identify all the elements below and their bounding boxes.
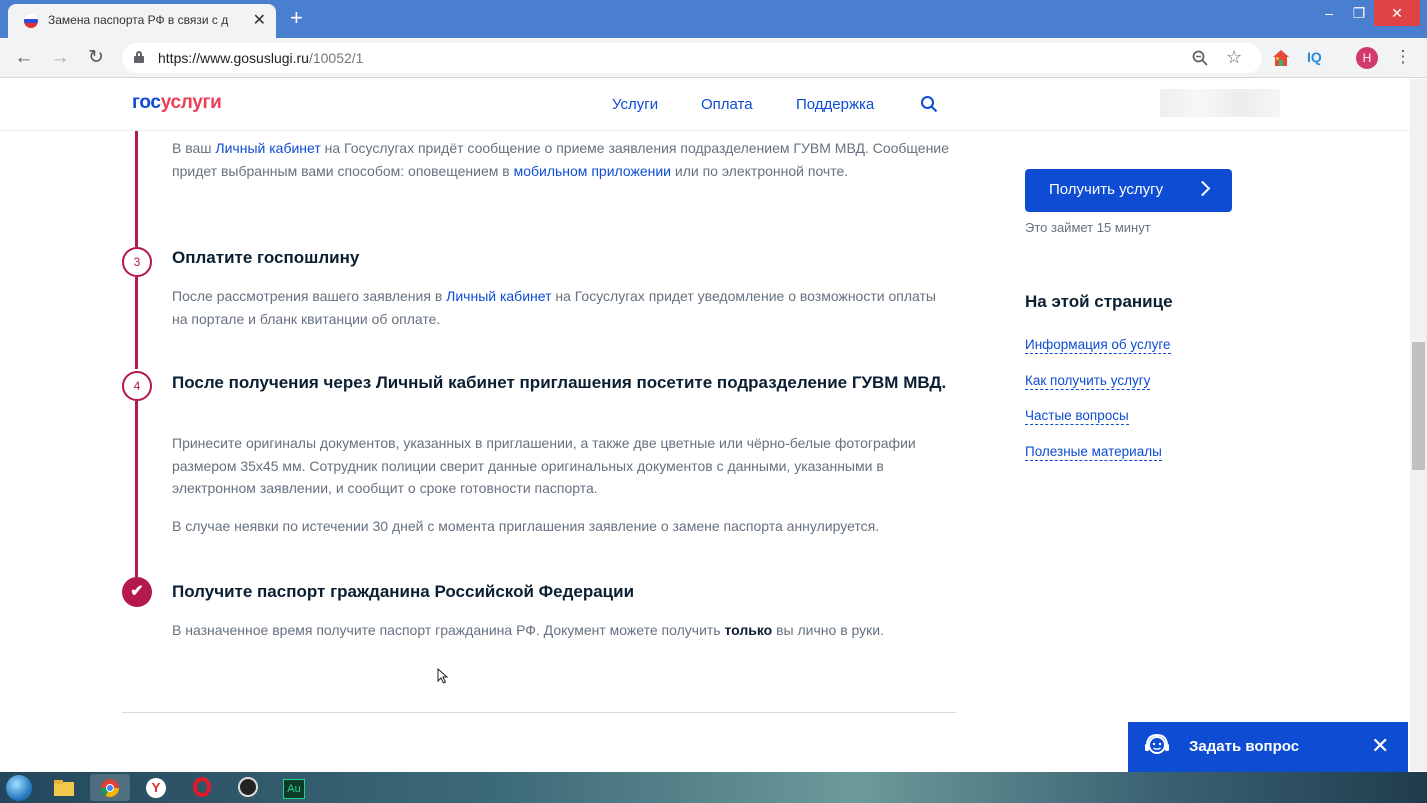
step3-text: После рассмотрения вашего заявления в Ли…	[172, 288, 936, 327]
step3-title: Оплатите госпошлину	[172, 248, 360, 267]
browser-toolbar: ← → ↻ https://www.gosuslugi.ru/10052/1 ☆…	[0, 38, 1427, 78]
anchor-how-to-get[interactable]: Как получить услугу	[1025, 372, 1151, 390]
audition-icon[interactable]: Au	[274, 774, 314, 801]
lock-icon	[134, 51, 144, 63]
window-close-button[interactable]: ✕	[1374, 0, 1420, 26]
opera-icon[interactable]	[182, 774, 222, 801]
timeline-segment	[135, 131, 138, 247]
chrome-icon[interactable]	[90, 774, 130, 801]
mouse-cursor-icon	[437, 668, 449, 684]
step-complete-check-icon: ✔	[122, 577, 152, 607]
scrollbar-thumb[interactable]	[1412, 342, 1425, 470]
step2-text: В ваш Личный кабинет на Госуслугах придё…	[172, 140, 949, 179]
home-extension-icon[interactable]	[1271, 48, 1291, 68]
new-tab-button[interactable]: +	[290, 5, 303, 31]
tab-title: Замена паспорта РФ в связи с д	[48, 13, 229, 27]
personal-account-link[interactable]: Личный кабинет	[446, 288, 551, 304]
step4-title: После получения через Личный кабинет при…	[172, 373, 947, 392]
site-header: госуслуги Услуги Оплата Поддержка	[0, 79, 1410, 131]
step-number-3: 3	[122, 247, 152, 277]
windows-taskbar: Y Au	[0, 772, 1427, 803]
get-service-button[interactable]: Получить услугу	[1025, 169, 1232, 212]
nav-support[interactable]: Поддержка	[796, 96, 874, 113]
page-scrollbar[interactable]	[1410, 79, 1427, 771]
mobile-app-link[interactable]: мобильном приложении	[514, 163, 671, 179]
content-divider	[122, 712, 956, 713]
personal-account-link[interactable]: Личный кабинет	[215, 140, 320, 156]
minimize-button[interactable]: –	[1313, 0, 1345, 26]
on-this-page-heading: На этой странице	[1025, 292, 1173, 311]
browser-tab[interactable]: Замена паспорта РФ в связи с д ✕	[8, 4, 276, 38]
maximize-button[interactable]: ❐	[1343, 0, 1375, 26]
nav-services[interactable]: Услуги	[612, 96, 658, 113]
gosuslugi-logo[interactable]: госуслуги	[132, 92, 222, 114]
obs-icon[interactable]	[228, 774, 268, 801]
address-bar[interactable]: https://www.gosuslugi.ru/10052/1 ☆	[122, 43, 1262, 73]
timeline-segment	[135, 401, 138, 577]
anchor-useful-materials[interactable]: Полезные материалы	[1025, 443, 1162, 461]
timeline-segment	[135, 277, 138, 369]
back-arrow-icon[interactable]: ←	[12, 46, 36, 70]
russian-flag-icon	[24, 14, 38, 28]
bookmark-star-icon[interactable]: ☆	[1226, 47, 1242, 68]
step-number-4: 4	[122, 371, 152, 401]
anchor-faq[interactable]: Частые вопросы	[1025, 407, 1129, 425]
anchor-service-info[interactable]: Информация об услуге	[1025, 336, 1171, 354]
yandex-browser-icon[interactable]: Y	[136, 774, 176, 801]
duration-note: Это займет 15 минут	[1025, 220, 1151, 235]
ask-question-label: Задать вопрос	[1189, 738, 1300, 755]
start-button-icon[interactable]	[6, 775, 32, 801]
search-icon[interactable]	[920, 95, 938, 113]
step4-note: В случае неявки по истечении 30 дней с м…	[172, 518, 880, 534]
ask-question-widget[interactable]: Задать вопрос ✕	[1128, 722, 1408, 772]
step4-text: Принесите оригиналы документов, указанны…	[172, 435, 916, 496]
step5-title: Получите паспорт гражданина Российской Ф…	[172, 582, 635, 601]
url-text: https://www.gosuslugi.ru/10052/1	[158, 50, 364, 66]
reload-icon[interactable]: ↻	[84, 46, 108, 70]
step5-text: В назначенное время получите паспорт гра…	[172, 622, 884, 638]
support-headset-icon	[1145, 733, 1169, 754]
chevron-right-icon	[1194, 180, 1211, 197]
close-icon[interactable]: ✕	[1371, 734, 1389, 758]
file-explorer-icon[interactable]	[44, 774, 84, 801]
tab-close-icon[interactable]: ✕	[253, 10, 266, 30]
iq-extension-icon[interactable]: IQ	[1307, 49, 1322, 65]
browser-menu-icon[interactable]: ⋮	[1392, 47, 1414, 67]
profile-avatar[interactable]: Н	[1356, 47, 1378, 69]
forward-arrow-icon[interactable]: →	[48, 46, 72, 70]
zoom-icon[interactable]	[1192, 50, 1208, 66]
blurred-user-area	[1160, 89, 1280, 117]
nav-payment[interactable]: Оплата	[701, 96, 753, 113]
browser-titlebar: Замена паспорта РФ в связи с д ✕ + – ❐ ✕	[0, 0, 1427, 38]
